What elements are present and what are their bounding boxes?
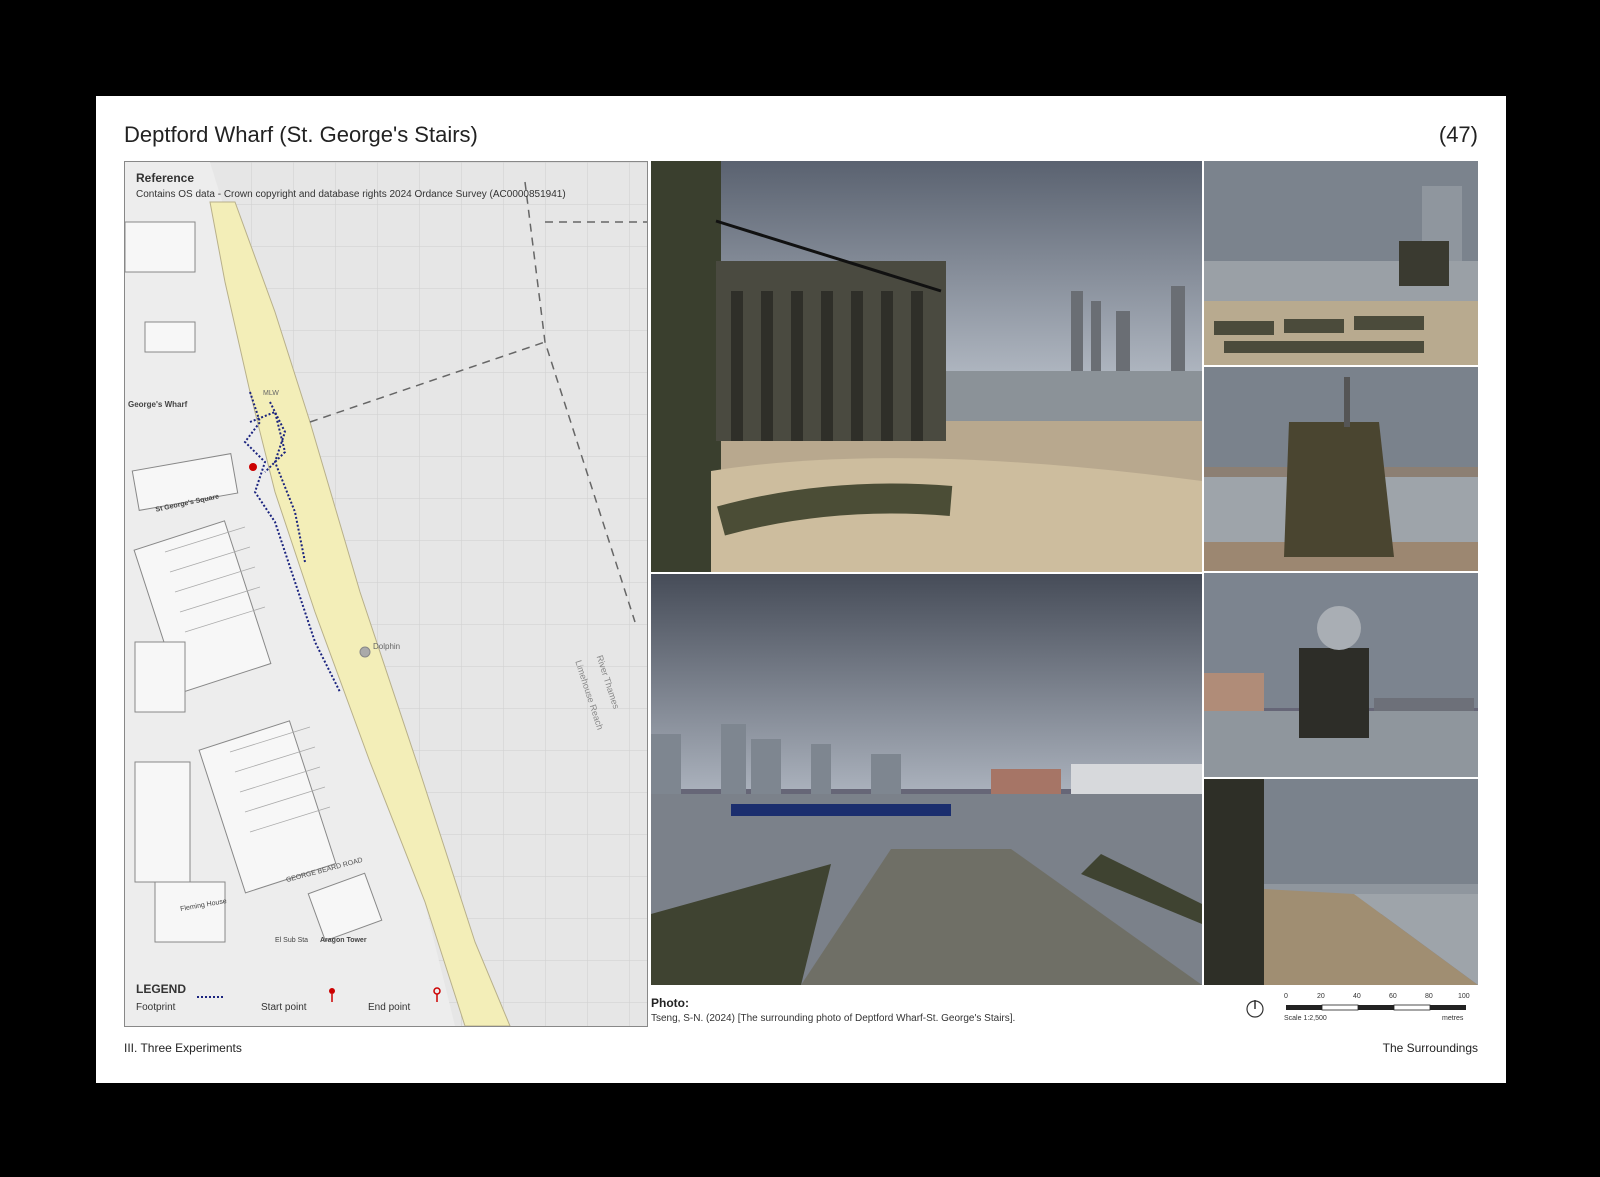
footer-chapter: III. Three Experiments [124, 1041, 242, 1055]
page-number: (47) [1438, 122, 1478, 147]
legend-footprint: Footprint [136, 1002, 176, 1013]
scale-tick-40: 40 [1353, 993, 1361, 1000]
scale-tick-100: 100 [1458, 993, 1470, 1000]
label-mlw: MLW [263, 390, 279, 397]
document-page: Deptford Wharf (St. George's Stairs) (47… [96, 96, 1506, 1083]
photo-river-pier [1204, 573, 1478, 777]
scale-tick-80: 80 [1425, 993, 1433, 1000]
page-title: Deptford Wharf (St. George's Stairs) [124, 122, 478, 147]
photo-credit-text: Tseng, S-N. (2024) [The surrounding phot… [651, 1013, 1016, 1024]
label-georges-wharf: George's Wharf [128, 400, 188, 409]
scale-tick-60: 60 [1389, 993, 1397, 1000]
scale-bar: 0 20 40 60 80 100 Scale 1:2,500 metres [1246, 991, 1486, 1027]
label-el-sub-sta: El Sub Sta [275, 937, 309, 944]
site-map: Reference Contains OS data - Crown copyr… [124, 161, 648, 1027]
photo-dolphin-structure [1204, 367, 1478, 571]
scale-tick-20: 20 [1317, 993, 1325, 1000]
label-aragon-tower: Aragon Tower [320, 937, 367, 944]
label-dolphin: Dolphin [373, 642, 401, 651]
photo-slipway-timbers [1204, 161, 1478, 365]
legend-end-point: End point [368, 1002, 411, 1013]
photo-credit-label: Photo: [651, 996, 689, 1010]
photo-shore-ramp [651, 574, 1202, 985]
photo-foreshore-wall [1204, 779, 1478, 985]
map-reference-text: Contains OS data - Crown copyright and d… [136, 189, 566, 200]
map-reference-title: Reference [136, 171, 195, 185]
scale-unit: metres [1442, 1015, 1464, 1022]
scale-tick-0: 0 [1284, 993, 1288, 1000]
legend-title: LEGEND [136, 982, 187, 996]
legend-start-point: Start point [261, 1002, 307, 1013]
map-drawing [125, 162, 647, 1026]
photo-wharf-wall [651, 161, 1202, 572]
scale-ratio: Scale 1:2,500 [1284, 1015, 1327, 1022]
footer-section: The Surroundings [1382, 1041, 1478, 1055]
